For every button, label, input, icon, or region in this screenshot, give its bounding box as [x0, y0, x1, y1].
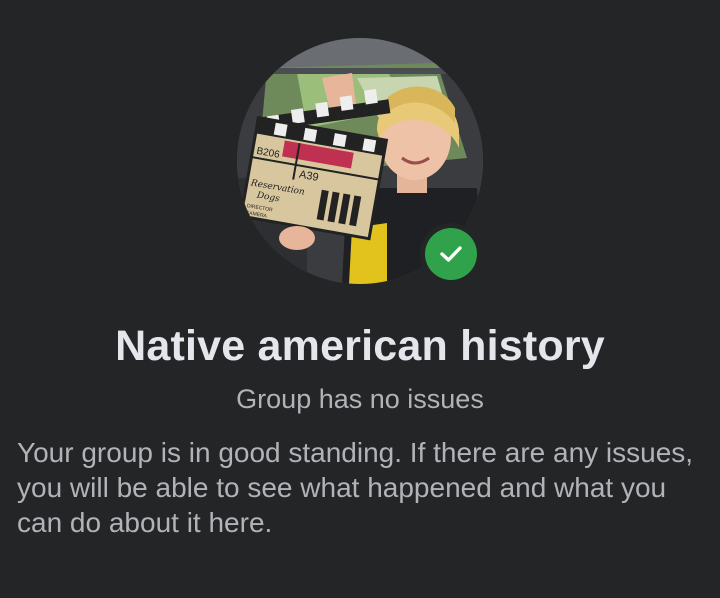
verified-badge	[420, 223, 482, 285]
group-status: Group has no issues	[236, 384, 484, 414]
group-status-screen: B206 A39 Reservation Dogs DIRECTOR CAMER…	[0, 0, 720, 598]
checkmark-circle	[425, 228, 477, 280]
checkmark-icon	[440, 246, 462, 262]
group-status-description: Your group is in good standing. If there…	[17, 437, 694, 538]
group-avatar: B206 A39 Reservation Dogs DIRECTOR CAMER…	[237, 38, 483, 285]
group-name: Native american history	[115, 322, 605, 370]
